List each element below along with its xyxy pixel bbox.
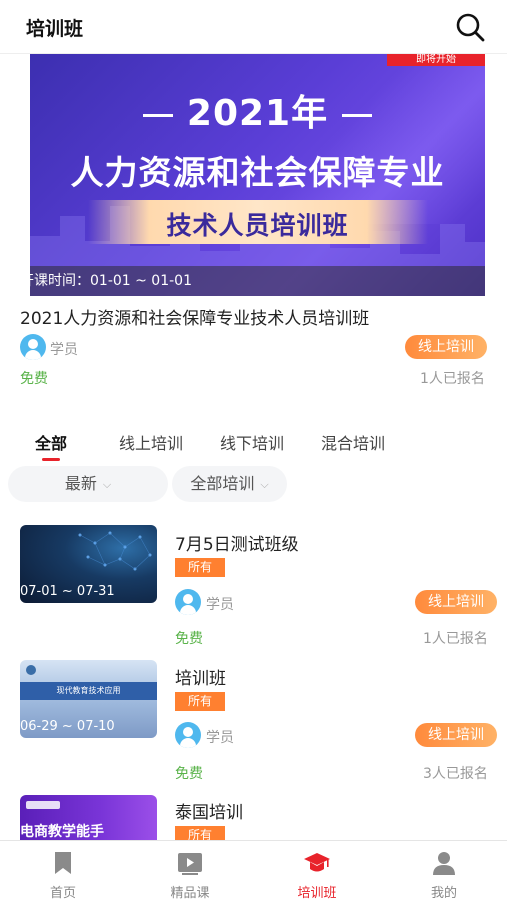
- network-graphic: [78, 531, 152, 571]
- nav-profile[interactable]: 我的: [381, 841, 507, 900]
- bottom-navigation: 首页 精品课 培训班 我的: [0, 840, 507, 900]
- avatar: [175, 589, 201, 615]
- price-label: 免费: [175, 766, 203, 782]
- bookmark-icon: [55, 852, 71, 874]
- school-logo-icon: [26, 665, 36, 675]
- course-title[interactable]: 7月5日测试班级: [175, 530, 299, 555]
- course-title[interactable]: 培训班: [175, 664, 226, 689]
- tab-offline[interactable]: 线下培训: [220, 430, 284, 454]
- banner-subtitle: 技术人员培训班: [166, 211, 349, 240]
- thumbnail-caption: 现代教育技术应用: [20, 682, 157, 700]
- user-icon: [433, 852, 455, 875]
- brand-logo-icon: [26, 801, 60, 809]
- role-label: 学员: [206, 730, 234, 746]
- course-dates: 07-01 ~ 07-31: [20, 584, 115, 599]
- nav-home-label: 首页: [49, 886, 76, 900]
- role-label: 学员: [206, 597, 234, 613]
- scope-tag: 所有: [175, 692, 226, 711]
- signup-count: 3人已报名: [423, 766, 488, 782]
- tab-online[interactable]: 线上培训: [119, 430, 183, 454]
- banner-year: 2021年: [30, 84, 485, 136]
- nav-courses-label: 精品课: [170, 886, 210, 900]
- type-filter[interactable]: 全部培训 ⌵: [172, 466, 287, 502]
- nav-training-label: 培训班: [297, 886, 337, 900]
- signup-count: 1人已报名: [423, 631, 488, 647]
- nav-home[interactable]: 首页: [0, 841, 126, 900]
- nav-courses[interactable]: 精品课: [127, 841, 253, 900]
- avatar: [175, 722, 201, 748]
- banner-schedule: 开课时间：01-01 ~ 01-01: [30, 266, 485, 296]
- course-dates: 06-29 ~ 07-10: [20, 719, 115, 734]
- tab-all[interactable]: 全部: [35, 430, 67, 454]
- chevron-down-icon: ⌵: [102, 477, 112, 491]
- course-thumbnail[interactable]: 电商教学能手: [20, 795, 157, 840]
- thumbnail-caption: 电商教学能手: [20, 824, 104, 840]
- banner-headline: 人力资源和社会保障专业: [70, 153, 445, 192]
- featured-course-title[interactable]: 2021人力资源和社会保障专业技术人员培训班: [20, 304, 369, 329]
- sort-filter[interactable]: 最新 ⌵: [8, 466, 168, 502]
- course-title[interactable]: 泰国培训: [175, 798, 243, 823]
- chevron-down-icon: ⌵: [260, 477, 269, 491]
- course-status-tag: 即将开始: [387, 54, 485, 66]
- scope-tag: 所有: [175, 558, 226, 577]
- featured-course-banner[interactable]: 即将开始 2021年 人力资源和社会保障专业 技术人员培训班 开课时间：01-0…: [30, 54, 485, 296]
- tab-blended[interactable]: 混合培训: [321, 430, 385, 454]
- nav-profile-label: 我的: [430, 886, 457, 900]
- video-play-icon: [178, 853, 202, 875]
- nav-training[interactable]: 培训班: [254, 841, 380, 900]
- page-title: 培训班: [26, 18, 84, 40]
- signup-count: 1人已报名: [420, 371, 485, 387]
- course-thumbnail[interactable]: 07-01 ~ 07-31: [20, 525, 157, 603]
- online-training-badge: 线上培训: [405, 335, 487, 359]
- scope-tag: 所有: [175, 826, 226, 840]
- online-training-badge: 线上培训: [415, 590, 497, 614]
- course-thumbnail[interactable]: 现代教育技术应用 06-29 ~ 07-10: [20, 660, 157, 738]
- top-bar: 培训班: [0, 0, 507, 54]
- active-tab-indicator: [42, 458, 60, 461]
- avatar: [20, 334, 46, 360]
- online-training-badge: 线上培训: [415, 723, 497, 747]
- price-label: 免费: [175, 631, 203, 647]
- graduation-cap-icon: [304, 853, 330, 872]
- price-label: 免费: [20, 371, 48, 387]
- search-icon[interactable]: [455, 12, 485, 42]
- role-label: 学员: [50, 342, 78, 358]
